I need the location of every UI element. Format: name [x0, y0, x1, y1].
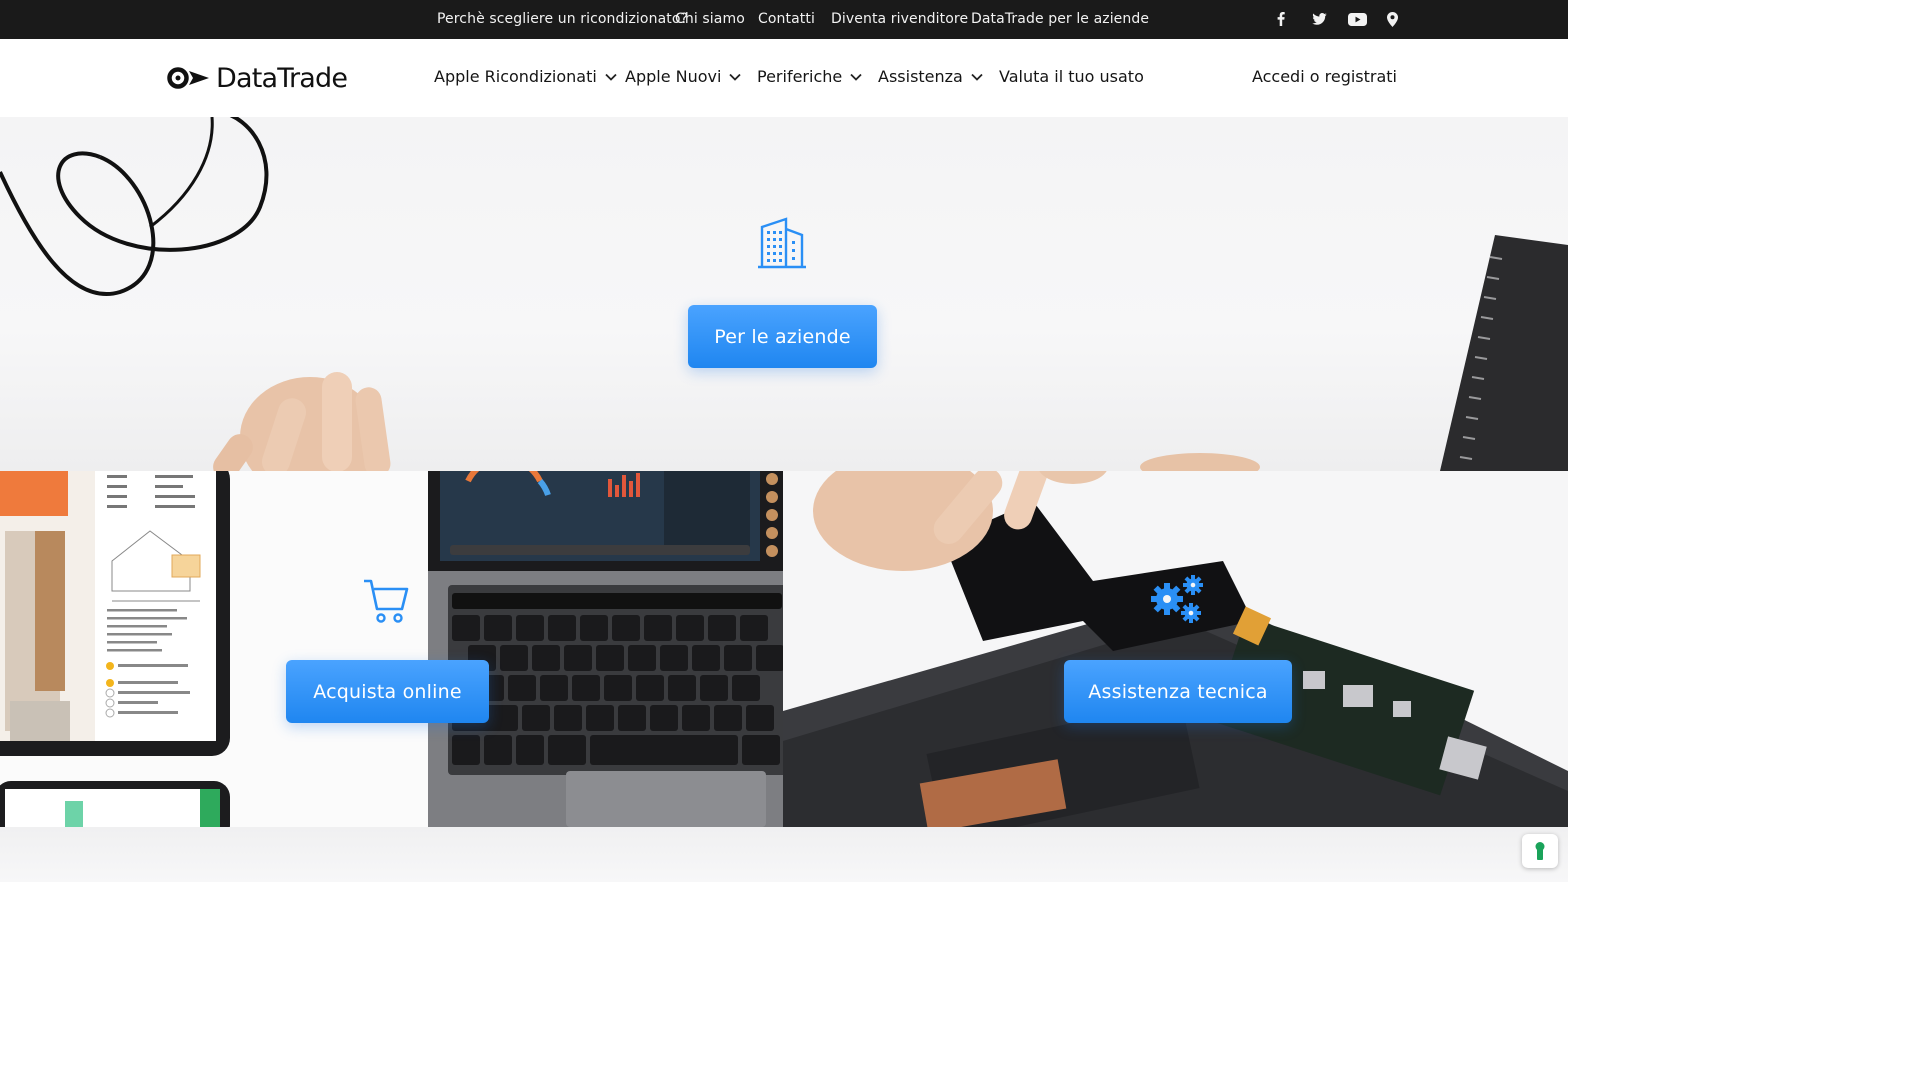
top-utility-bar: Perchè scegliere un ricondizionato? Chi … — [0, 0, 1568, 39]
main-header: DataTrade Apple Ricondizionati Apple Nuo… — [0, 39, 1568, 117]
logo[interactable]: DataTrade — [167, 61, 348, 95]
chevron-down-icon — [971, 73, 983, 81]
logo-text: DataTrade — [216, 62, 348, 94]
youtube-icon[interactable] — [1347, 10, 1367, 28]
building-icon — [758, 217, 806, 269]
nav-peripherals[interactable]: Periferiche — [757, 67, 862, 86]
facebook-icon[interactable] — [1271, 10, 1291, 28]
devices-photo — [0, 471, 783, 827]
gears-icon — [1151, 575, 1203, 623]
nav-label: Assistenza — [878, 67, 963, 86]
panel-shop-online: Acquista online — [0, 471, 783, 827]
link-contacts[interactable]: Contatti — [758, 11, 815, 27]
nav-label: Valuta il tuo usato — [999, 67, 1144, 86]
nav-trade-in[interactable]: Valuta il tuo usato — [999, 67, 1144, 86]
panel-technical-support: Assistenza tecnica — [783, 471, 1568, 827]
repair-photo — [783, 471, 1568, 827]
link-become-reseller[interactable]: Diventa rivenditore — [831, 11, 968, 27]
link-about-us[interactable]: Chi siamo — [675, 11, 745, 27]
nav-assistance[interactable]: Assistenza — [878, 67, 983, 86]
nav-apple-refurbished[interactable]: Apple Ricondizionati — [434, 67, 617, 86]
keyhole-icon — [1535, 842, 1545, 860]
logo-mark-icon — [167, 67, 209, 89]
cookie-settings-button[interactable] — [1522, 834, 1558, 868]
nav-label: Apple Nuovi — [625, 67, 722, 86]
chevron-down-icon — [729, 73, 742, 81]
hero-business: Per le aziende — [0, 117, 1568, 471]
link-business[interactable]: DataTrade per le aziende — [971, 11, 1149, 27]
twitter-icon[interactable] — [1309, 10, 1329, 28]
map-pin-icon[interactable] — [1382, 10, 1402, 28]
chevron-down-icon — [605, 73, 617, 81]
next-section-preview — [0, 827, 1568, 882]
hero-background-photo — [0, 117, 1568, 471]
nav-apple-new[interactable]: Apple Nuovi — [625, 67, 742, 86]
nav-label: Apple Ricondizionati — [434, 67, 597, 86]
business-button[interactable]: Per le aziende — [688, 305, 877, 368]
nav-label: Periferiche — [757, 67, 843, 86]
login-link[interactable]: Accedi o registrati — [1252, 67, 1397, 86]
shop-online-button[interactable]: Acquista online — [286, 660, 489, 723]
top-links: Perchè scegliere un ricondizionato? Chi … — [0, 0, 1568, 39]
technical-support-button[interactable]: Assistenza tecnica — [1064, 660, 1292, 723]
shopping-cart-icon — [364, 579, 409, 623]
link-why-refurbished[interactable]: Perchè scegliere un ricondizionato? — [437, 11, 688, 27]
chevron-down-icon — [850, 73, 862, 81]
